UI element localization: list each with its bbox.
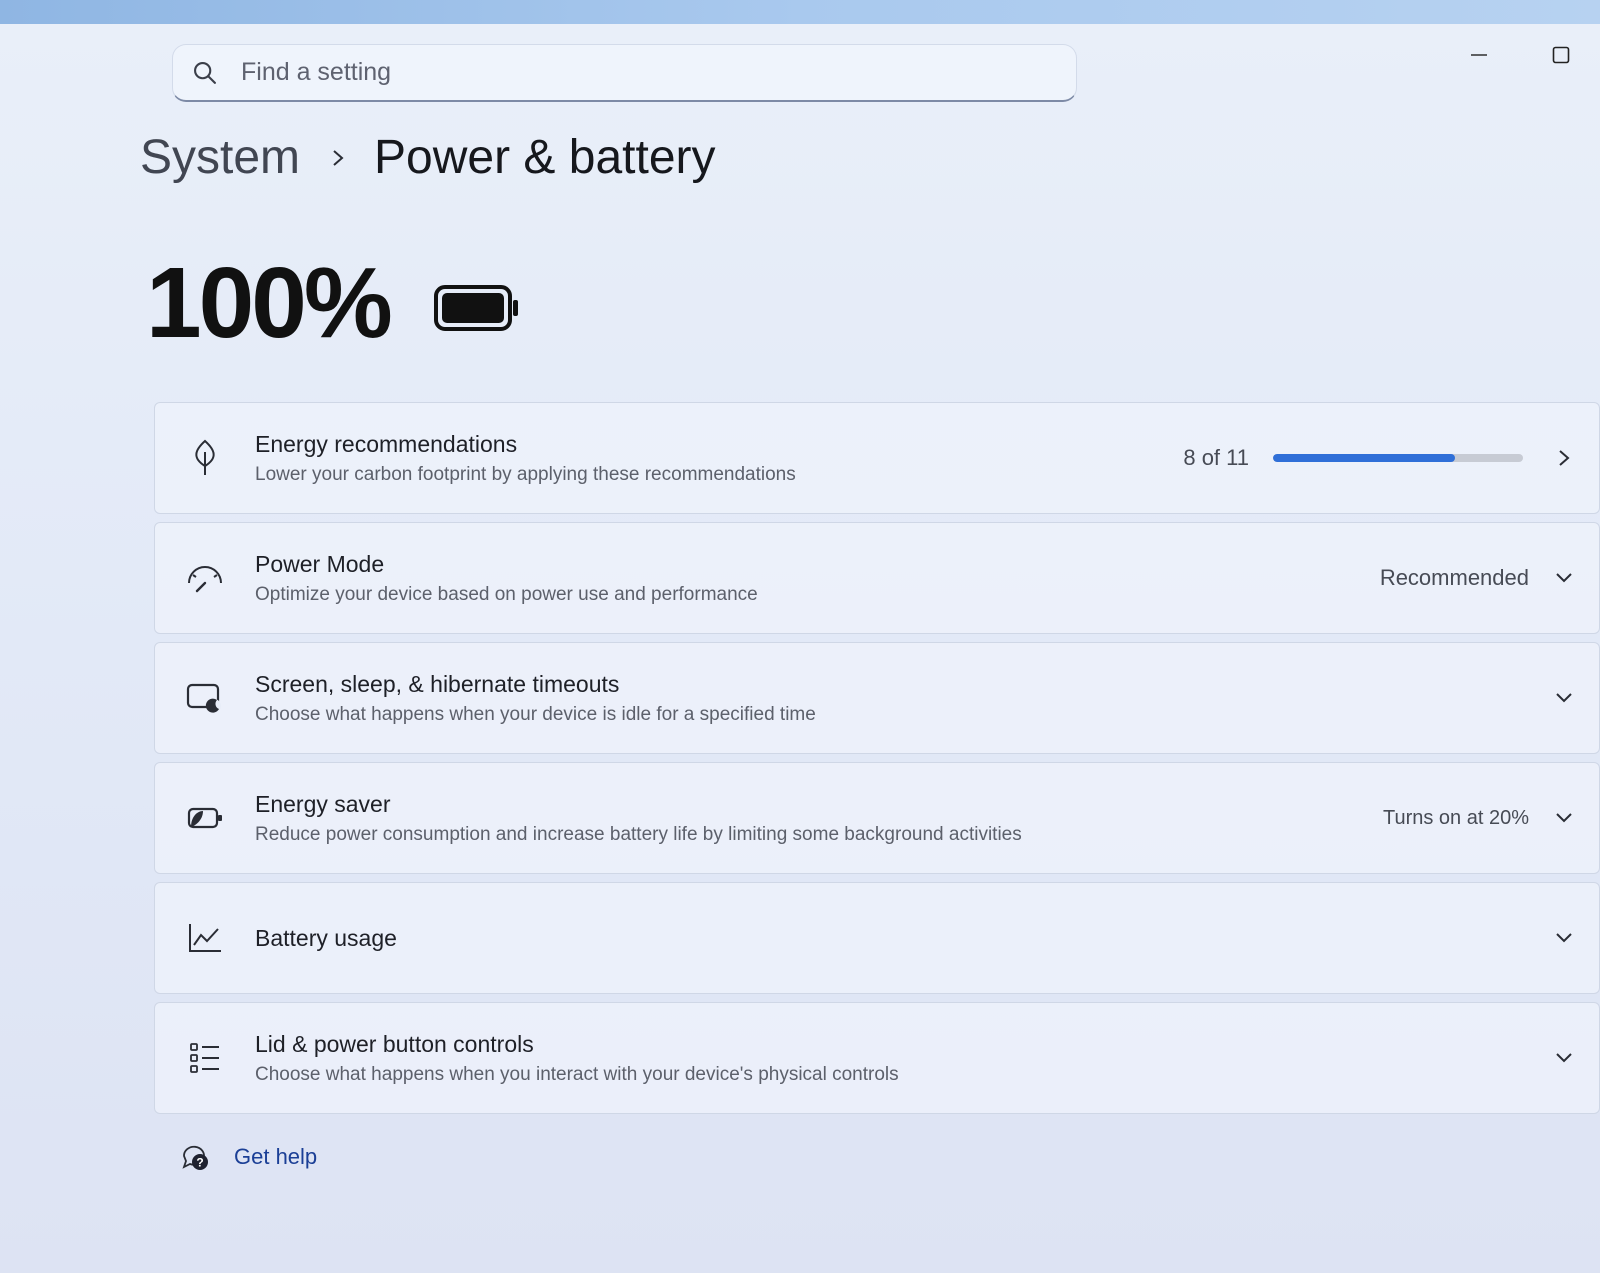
chevron-down-icon[interactable] (1553, 1047, 1575, 1069)
page-title: Power & battery (374, 131, 716, 184)
gauge-icon (188, 566, 222, 593)
row-subtitle: Choose what happens when you interact wi… (255, 1063, 899, 1085)
minimize-button[interactable] (1464, 40, 1494, 70)
recommendations-progress-bar (1273, 454, 1523, 462)
row-title: Battery usage (255, 924, 397, 951)
power-mode-dropdown-value[interactable]: Recommended (1380, 565, 1529, 591)
energy-recommendations-row[interactable]: Energy recommendations Lower your carbon… (154, 402, 1600, 514)
minimize-icon (1471, 54, 1487, 56)
power-mode-row[interactable]: Power Mode Optimize your device based on… (154, 522, 1600, 634)
energy-saver-threshold: Turns on at 20% (1382, 806, 1529, 829)
chevron-down-icon[interactable] (1553, 687, 1575, 709)
row-title: Energy recommendations (255, 430, 518, 457)
power-settings-list: Energy recommendations Lower your carbon… (154, 402, 1600, 1122)
svg-text:?: ? (196, 1156, 203, 1170)
maximize-button[interactable] (1546, 40, 1576, 70)
breadcrumb-system-link[interactable]: System (140, 130, 300, 185)
help-icon: ? (182, 1145, 208, 1170)
screen-sleep-hibernate-row[interactable]: Screen, sleep, & hibernate timeouts Choo… (154, 642, 1600, 754)
settings-window: System Power & battery 100% Energy recom… (0, 24, 1600, 1273)
battery-percentage: 100% (146, 247, 393, 359)
battery-usage-row[interactable]: Battery usage (154, 882, 1600, 994)
row-title: Power Mode (255, 550, 385, 577)
chevron-down-icon[interactable] (1553, 927, 1575, 949)
row-subtitle: Choose what happens when your device is … (255, 703, 816, 725)
get-help[interactable]: ? Get help (180, 1142, 317, 1172)
battery-full-icon (433, 284, 518, 331)
row-subtitle: Lower your carbon footprint by applying … (255, 463, 796, 485)
search-input[interactable] (241, 58, 1021, 87)
window-controls (1464, 40, 1576, 70)
maximize-icon (1552, 46, 1570, 64)
list-icon (190, 1043, 219, 1073)
get-help-link[interactable]: Get help (234, 1144, 317, 1170)
chart-line-icon (189, 924, 221, 952)
screen-sleep-icon (186, 683, 221, 713)
chevron-down-icon[interactable] (1553, 807, 1575, 829)
chevron-down-icon[interactable] (1553, 567, 1575, 589)
row-subtitle: Reduce power consumption and increase ba… (255, 823, 1022, 845)
row-subtitle: Optimize your device based on power use … (255, 583, 758, 605)
breadcrumb: System Power & battery (140, 130, 716, 185)
row-title: Energy saver (255, 790, 391, 817)
energy-saver-icon (187, 807, 222, 829)
leaf-icon (195, 439, 215, 475)
battery-status: 100% (146, 246, 520, 361)
search-box[interactable] (172, 44, 1077, 102)
progress-fill (1273, 454, 1455, 462)
search-icon (194, 61, 216, 84)
recommendations-count: 8 of 11 (1183, 445, 1249, 470)
row-title: Lid & power button controls (255, 1030, 534, 1057)
chevron-right-icon (1553, 447, 1575, 469)
row-title: Screen, sleep, & hibernate timeouts (255, 670, 620, 697)
energy-saver-row[interactable]: Energy saver Reduce power consumption an… (154, 762, 1600, 874)
lid-power-button-row[interactable]: Lid & power button controls Choose what … (154, 1002, 1600, 1114)
breadcrumb-separator-icon (330, 147, 346, 169)
